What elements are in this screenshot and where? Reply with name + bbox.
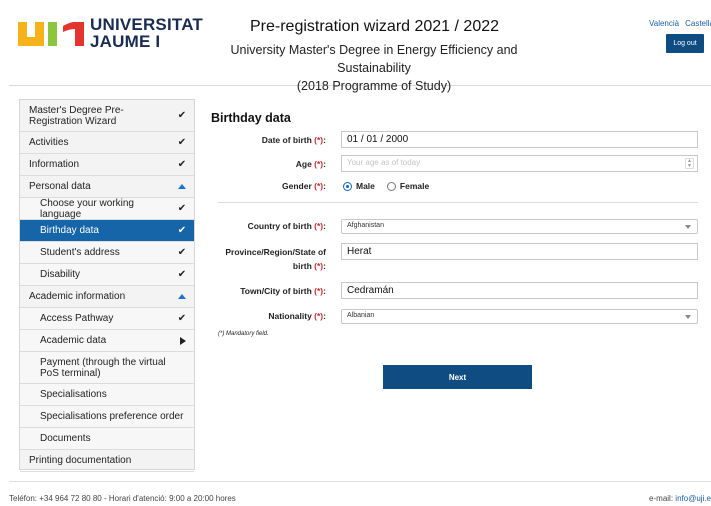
gender-option-female[interactable]: Female [386, 181, 429, 191]
page-subtitle: University Master's Degree in Energy Eff… [230, 43, 518, 93]
sidebar-item-wizard[interactable]: Master's Degree Pre-Registration Wizard ✔ [20, 100, 194, 132]
chevron-up-icon [178, 294, 186, 299]
age-label: Age (*): [295, 159, 326, 169]
check-icon: ✔ [177, 159, 187, 170]
page-footer: Teléfon: +34 964 72 80 80 - Horari d'ate… [9, 481, 711, 506]
chevron-up-icon [178, 184, 186, 189]
sidebar-item-printing-documentation[interactable]: Printing documentation [20, 450, 194, 472]
page-header: UNIVERSITAT JAUME I Pre-registration wiz… [9, 0, 711, 93]
dob-input[interactable]: 01 / 01 / 2000 [341, 131, 698, 148]
dropdown-caret-icon [685, 225, 691, 229]
footer-contact: Teléfon: +34 964 72 80 80 - Horari d'ate… [9, 494, 236, 503]
check-icon: ✔ [177, 203, 187, 214]
sidebar-item-documents[interactable]: Documents [20, 428, 194, 450]
check-icon: ✔ [177, 269, 187, 280]
sidebar-item-personal-data[interactable]: Personal data [20, 176, 194, 198]
check-icon: ✔ [177, 137, 187, 148]
sidebar-item-birthday-data[interactable]: Birthday data ✔ [20, 220, 194, 242]
province-label: Province/Region/State of birth (*): [225, 247, 326, 271]
footer-email: e-mail: info@uji.e [649, 494, 711, 503]
uji-logo-icon [18, 22, 84, 46]
sidebar-item-specialisations-order[interactable]: Specialisations preference order [20, 406, 194, 428]
town-input[interactable]: Cedramán [341, 282, 698, 299]
next-button[interactable]: Next [383, 365, 532, 389]
check-icon: ✔ [177, 247, 187, 258]
play-arrow-icon [180, 336, 186, 345]
wizard-sidebar: Master's Degree Pre-Registration Wizard ✔… [19, 99, 195, 472]
sidebar-item-payment[interactable]: Payment (through the virtual PoS termina… [20, 352, 194, 384]
nationality-label: Nationality (*): [268, 311, 326, 321]
email-link[interactable]: info@uji.e [675, 494, 711, 503]
birthday-form: Birthday data Date of birth (*): 01 / 01… [196, 99, 711, 470]
sidebar-item-students-address[interactable]: Student's address ✔ [20, 242, 194, 264]
page-title: Pre-registration wizard 2021 / 2022 [249, 18, 500, 35]
town-label: Town/City of birth (*): [240, 286, 326, 296]
gender-option-male[interactable]: Male [343, 181, 375, 191]
mandatory-note: (*) Mandatory field. [218, 331, 269, 337]
radio-selected-icon[interactable] [343, 181, 352, 191]
age-input[interactable]: Your age as of today ▲ ▼ [341, 155, 698, 172]
dropdown-caret-icon [685, 315, 691, 319]
sidebar-item-activities[interactable]: Activities ✔ [20, 132, 194, 154]
province-input[interactable]: Herat [341, 243, 698, 260]
lang-link-castellano[interactable]: Castellan [685, 19, 711, 28]
university-logo[interactable]: UNIVERSITAT JAUME I [18, 16, 203, 50]
gender-label: Gender (*): [282, 181, 326, 191]
sidebar-item-information[interactable]: Information ✔ [20, 154, 194, 176]
check-icon: ✔ [177, 313, 187, 324]
nationality-select[interactable]: Albanian [341, 309, 698, 324]
check-icon: ✔ [177, 225, 187, 236]
radio-unselected-icon[interactable] [386, 181, 396, 191]
sidebar-item-academic-data[interactable]: Academic data [20, 330, 194, 352]
lang-link-valencia[interactable]: Valencià [649, 19, 679, 28]
spinner-icon[interactable]: ▲ ▼ [685, 158, 694, 169]
sidebar-item-disability[interactable]: Disability ✔ [20, 264, 194, 286]
sidebar-item-specialisations[interactable]: Specialisations [20, 384, 194, 406]
section-divider [218, 202, 698, 203]
country-select[interactable]: Afghanistan [341, 219, 698, 234]
sidebar-item-academic-information[interactable]: Academic information [20, 286, 194, 308]
sidebar-item-working-language[interactable]: Choose your working language ✔ [20, 198, 194, 220]
language-switcher: Valencià Castellan [649, 19, 711, 28]
dob-label: Date of birth (*): [261, 135, 326, 145]
check-icon: ✔ [177, 110, 187, 121]
sidebar-item-access-pathway[interactable]: Access Pathway ✔ [20, 308, 194, 330]
gender-radio-group: Male Female [343, 181, 441, 191]
logout-button[interactable]: Log out [666, 34, 704, 53]
country-label: Country of birth (*): [247, 221, 326, 231]
logo-text: UNIVERSITAT JAUME I [90, 15, 204, 51]
section-title: Birthday data [211, 111, 291, 125]
